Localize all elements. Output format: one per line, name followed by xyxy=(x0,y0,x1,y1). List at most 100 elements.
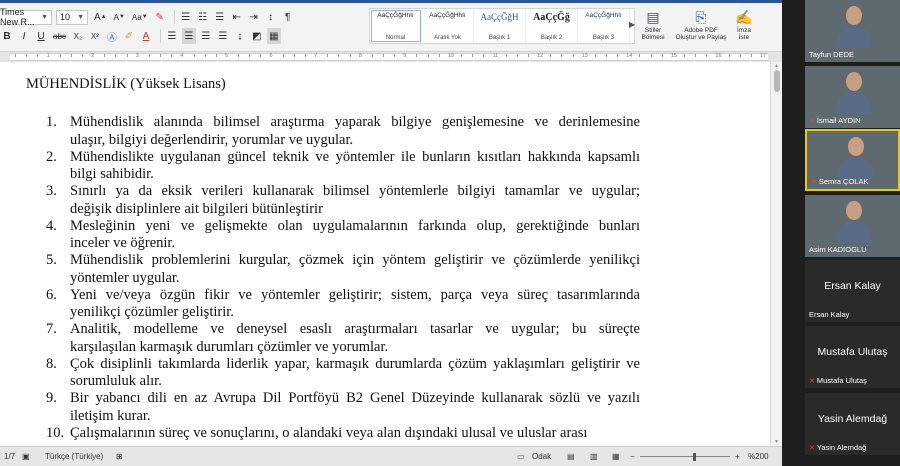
language-indicator[interactable]: Türkçe (Türkiye) xyxy=(45,452,103,461)
ruler-number: 5 xyxy=(224,53,228,59)
increase-indent-icon[interactable]: ⇥ xyxy=(247,9,261,25)
page-counter[interactable]: 1/7 xyxy=(4,452,15,461)
multilevel-icon[interactable]: ☰ xyxy=(213,9,227,25)
list-item[interactable]: 4. Mesleğinin yeni ve gelişmekte olan uyg… xyxy=(46,218,640,253)
change-case-button[interactable]: Aa ▼ xyxy=(130,9,150,25)
zoom-slider-knob[interactable] xyxy=(693,453,696,461)
style-heading-2[interactable]: AaÇçĞğ Başlık 2 xyxy=(526,9,578,43)
list-item[interactable]: 1. Mühendislik alanında bilimsel araştırm… xyxy=(46,114,640,149)
list-number: 3. xyxy=(46,183,57,199)
zoom-slider[interactable] xyxy=(640,456,730,457)
person-head xyxy=(846,72,862,91)
participant-tile[interactable]: Asim KADIOGLU xyxy=(805,195,900,257)
align-center-icon[interactable]: ☰ xyxy=(181,28,196,44)
muted-mic-icon: ✕ xyxy=(809,117,815,125)
zoom-in-icon[interactable]: + xyxy=(735,452,740,461)
participant-caption: ✕ Yasin Alemdağ xyxy=(809,443,866,452)
participant-name: İsmail AYDIN xyxy=(816,116,861,125)
document-page[interactable]: MÜHENDİSLİK (Yüksek Lisans) 1. Mühendisli… xyxy=(0,62,770,446)
list-item[interactable]: 8. Çok disiplinli takımlarda liderlik yap… xyxy=(46,356,640,391)
participant-tile[interactable]: ✕ Semra ÇOLAK xyxy=(805,129,900,191)
ruler-tick xyxy=(126,54,128,57)
styles-more-icon[interactable]: ▶ xyxy=(629,20,635,29)
highlight-icon[interactable]: ✐ xyxy=(122,28,136,44)
participant-tile[interactable]: ✕ İsmail AYDIN xyxy=(805,66,900,128)
zoom-level[interactable]: %200 xyxy=(748,452,768,461)
italic-button[interactable]: I xyxy=(17,28,31,44)
ruler-tick xyxy=(639,54,641,57)
ruler-number: 7 xyxy=(314,53,318,59)
ruler-number: 16 xyxy=(715,53,722,59)
line-spacing-icon[interactable]: ↨ xyxy=(233,28,247,44)
ruler-tick xyxy=(104,54,106,57)
shading-icon[interactable]: ◩ xyxy=(250,28,264,44)
list-item[interactable]: 6. Yeni ve/veya özgün fikir ve yöntemler … xyxy=(46,287,640,322)
list-item[interactable]: 3. Sınırlı ya da eksik verileri kullanara… xyxy=(46,183,640,218)
shrink-font-button[interactable]: A ▼ xyxy=(112,9,127,25)
styles-pane-button[interactable]: ▤ Stiller Bölmesi xyxy=(636,8,670,42)
participant-caption: ✕ İsmail AYDIN xyxy=(809,116,861,125)
list-item[interactable]: 5. Mühendislik problemlerini kurgular, çö… xyxy=(46,252,640,287)
align-left-icon[interactable]: ☰ xyxy=(165,28,179,44)
underline-button[interactable]: U xyxy=(34,28,48,44)
list-item[interactable]: 7. Analitik, modelleme ve deneysel esaslı… xyxy=(46,321,640,356)
request-signature-button[interactable]: ✍ İmza İste xyxy=(731,8,757,42)
style-normal[interactable]: AaÇçĞğHhIı Normal xyxy=(370,9,422,43)
proofing-icon[interactable]: ▣ xyxy=(22,452,30,461)
ruler-number: 8 xyxy=(358,53,362,59)
ruler-number: 1 xyxy=(46,53,50,59)
ruler-tick xyxy=(505,54,507,57)
scroll-thumb[interactable] xyxy=(774,70,780,92)
strikethrough-button[interactable]: abc xyxy=(51,28,68,44)
list-item[interactable]: 10. Çalışmalarının süreç ve sonuçlarını, … xyxy=(46,425,640,443)
ruler-tick xyxy=(750,54,752,57)
adobe-pdf-button[interactable]: ⎘ Adobe PDF Oluştur ve Paylaş xyxy=(672,8,730,42)
list-item[interactable]: 9. Bir yabancı dili en az Avrupa Dil Port… xyxy=(46,390,640,425)
ruler-tick xyxy=(617,54,619,57)
sort-icon[interactable]: ↕ xyxy=(264,9,278,25)
style-heading-3[interactable]: AaÇçĞğHhIı Başlık 3 xyxy=(578,9,630,43)
clear-format-icon[interactable]: ✎ xyxy=(153,9,167,25)
subscript-button[interactable]: X₂ xyxy=(71,28,85,44)
grow-font-button[interactable]: A ▲ xyxy=(92,9,109,25)
font-color-button[interactable]: A xyxy=(139,28,153,44)
participant-caption: Tayfun DEDE xyxy=(809,50,854,59)
decrease-indent-icon[interactable]: ⇤ xyxy=(230,9,244,25)
text-effects-icon[interactable]: Ⓐ xyxy=(105,28,119,44)
bullets-icon[interactable]: ☰ xyxy=(179,9,193,25)
vertical-scrollbar[interactable]: ▲ ▼ xyxy=(770,62,782,446)
bold-button[interactable]: B xyxy=(0,28,14,44)
accessibility-icon[interactable]: ⊞ xyxy=(116,452,123,461)
participant-name: Mustafa Ulutaş xyxy=(816,376,867,385)
list-line: Bir yabancı dili en az Avrupa Dil Portfö… xyxy=(70,390,640,406)
pilcrow-button[interactable]: ¶ xyxy=(281,9,295,25)
superscript-button[interactable]: X² xyxy=(88,28,102,44)
ruler-tick xyxy=(26,54,28,57)
justify-icon[interactable]: ☰ xyxy=(216,28,230,44)
style-no-spacing[interactable]: AaÇçĞğHhIı Aralık Yok xyxy=(422,9,474,43)
participant-tile[interactable]: Tayfun DEDE xyxy=(805,0,900,62)
style-heading-1[interactable]: AaÇçĞğH Başlık 1 xyxy=(474,9,526,43)
align-right-icon[interactable]: ☰ xyxy=(199,28,213,44)
font-name-select[interactable]: Times New R... ▼ xyxy=(0,7,52,27)
participant-tile[interactable]: Yasin Alemdağ ✕ Yasin Alemdağ xyxy=(805,393,900,455)
numbering-icon[interactable]: ☷ xyxy=(196,9,210,25)
zoom-out-icon[interactable]: − xyxy=(630,452,635,461)
web-layout-icon[interactable]: ▦ xyxy=(612,452,620,461)
focus-icon[interactable]: ▭ xyxy=(517,452,525,461)
font-size-select[interactable]: 10 ▼ xyxy=(56,9,88,25)
participant-tile[interactable]: Mustafa Ulutaş ✕ Mustafa Ulutaş xyxy=(805,326,900,388)
participant-tile[interactable]: Ersan Kalay Ersan Kalay xyxy=(805,260,900,322)
horizontal-ruler[interactable]: 1 2 3 4 5 6 7 8 9 10 11 12 13 14 15 16 17 xyxy=(0,52,782,62)
ruler-tick xyxy=(706,54,708,57)
participant-video xyxy=(837,72,871,114)
scroll-down-icon[interactable]: ▼ xyxy=(774,439,779,445)
list-line: yenilikçi çözümler geliştirir. xyxy=(70,304,234,320)
scroll-up-icon[interactable]: ▲ xyxy=(774,63,779,69)
ruler-tick xyxy=(472,54,474,57)
list-item[interactable]: 2. Mühendislikte uygulanan güncel teknik … xyxy=(46,149,640,184)
print-layout-icon[interactable]: ▥ xyxy=(590,452,598,461)
focus-mode-button[interactable]: Odak xyxy=(532,452,551,461)
read-mode-icon[interactable]: ▤ xyxy=(567,452,575,461)
borders-icon[interactable]: ▦ xyxy=(266,28,281,44)
